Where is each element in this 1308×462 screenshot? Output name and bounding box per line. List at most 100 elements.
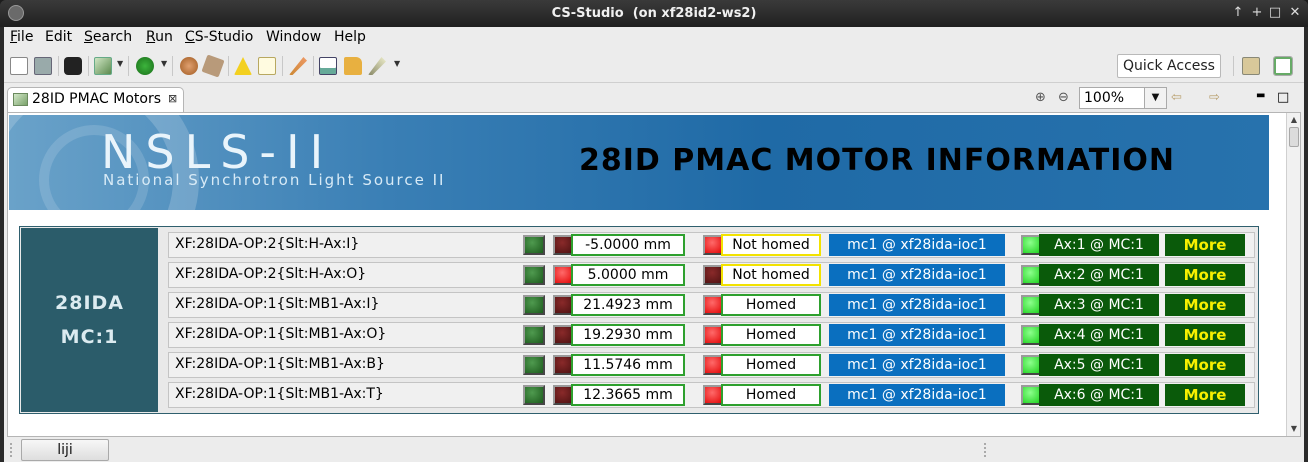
quick-access-field[interactable]: Quick Access [1117, 54, 1221, 78]
wand-icon[interactable] [368, 57, 386, 75]
perspective-icon[interactable] [1242, 57, 1260, 75]
motor-row: XF:28IDA-OP:2{Slt:H-Ax:O} 5.0000 mm Not ho… [168, 262, 1255, 288]
axis-button[interactable]: Ax:6 @ MC:1 [1039, 384, 1159, 406]
menu-window[interactable]: Window [266, 29, 321, 45]
probe-icon[interactable] [289, 57, 307, 75]
scroll-thumb[interactable] [1289, 127, 1299, 147]
zoom-value: 100% [1084, 90, 1125, 106]
menu-edit[interactable]: Edit [45, 29, 72, 45]
motor-pv-name: XF:28IDA-OP:1{Slt:MB1-Ax:T} [175, 386, 384, 402]
menu-cs-studio[interactable]: CS-Studio [185, 29, 253, 45]
menu-help[interactable]: Help [334, 29, 366, 45]
display-file-icon [13, 93, 28, 106]
vertical-scrollbar[interactable]: ▲ ▼ [1286, 113, 1300, 436]
zoom-select[interactable]: 100% ▼ [1079, 87, 1167, 109]
axis-button[interactable]: Ax:5 @ MC:1 [1039, 354, 1159, 376]
axis-button[interactable]: Ax:4 @ MC:1 [1039, 324, 1159, 346]
restore-icon[interactable]: + [1249, 5, 1265, 21]
motor-position-readback: 11.5746 mm [571, 354, 685, 376]
maximize-window-icon[interactable]: □ [1267, 5, 1283, 21]
chevron-down-icon[interactable]: ▼ [161, 59, 167, 68]
more-button[interactable]: More [1165, 294, 1245, 316]
homed-status: Homed [721, 384, 821, 406]
close-window-icon[interactable]: ✕ [1287, 5, 1303, 21]
motor-row: XF:28IDA-OP:1{Slt:MB1-Ax:B} 11.5746 mm Hom… [168, 352, 1255, 378]
save-icon[interactable] [34, 57, 52, 75]
user-button[interactable]: liji [21, 439, 109, 461]
ioc-button[interactable]: mc1 @ xf28ida-ioc1 [829, 354, 1005, 376]
title-bar: CS-Studio (on xf28id2-ws2) ↑ + □ ✕ [0, 0, 1308, 27]
close-tab-icon[interactable]: ⊠ [168, 92, 177, 105]
tag-icon[interactable] [201, 54, 225, 78]
tab-label: 28ID PMAC Motors [32, 91, 162, 107]
help-arrow-icon[interactable]: ↑ [1230, 5, 1246, 21]
motor-pv-name: XF:28IDA-OP:2{Slt:H-Ax:O} [175, 266, 367, 282]
more-button[interactable]: More [1165, 264, 1245, 286]
axis-button[interactable]: Ax:2 @ MC:1 [1039, 264, 1159, 286]
menu-file-label: ile [17, 29, 34, 45]
controller-name: 28IDA [55, 292, 124, 314]
zoom-out-icon[interactable]: ⊖ [1058, 90, 1069, 105]
chevron-down-icon[interactable]: ▼ [117, 59, 123, 68]
ioc-button[interactable]: mc1 @ xf28ida-ioc1 [829, 384, 1005, 406]
tab-28id-pmac-motors[interactable]: 28ID PMAC Motors ⊠ [7, 87, 184, 112]
menu-search-label: earch [92, 29, 133, 45]
status-bar: liji [4, 437, 1304, 462]
camera-icon[interactable] [64, 57, 82, 75]
toolbar-separator [1233, 56, 1234, 76]
motor-position-readback: 5.0000 mm [571, 264, 685, 286]
more-button[interactable]: More [1165, 354, 1245, 376]
homed-status: Homed [721, 354, 821, 376]
maximize-view-icon[interactable]: □ [1277, 90, 1289, 105]
new-window-icon[interactable] [10, 57, 28, 75]
ioc-button[interactable]: mc1 @ xf28ida-ioc1 [829, 294, 1005, 316]
motor-row: XF:28IDA-OP:1{Slt:MB1-Ax:I} 21.4923 mm Hom… [168, 292, 1255, 318]
back-arrow-icon[interactable]: ⇦ [1171, 90, 1182, 105]
people-icon[interactable] [180, 57, 198, 75]
axis-button[interactable]: Ax:1 @ MC:1 [1039, 234, 1159, 256]
axis-button[interactable]: Ax:3 @ MC:1 [1039, 294, 1159, 316]
ioc-button[interactable]: mc1 @ xf28ida-ioc1 [829, 234, 1005, 256]
status-grip [984, 443, 986, 457]
menu-bar: File Edit Search Run CS-Studio Window He… [4, 27, 1304, 49]
minimize-view-icon[interactable]: ▬ [1256, 90, 1265, 101]
toolbar-separator [313, 56, 314, 76]
menu-edit-label: Edit [45, 29, 73, 45]
chevron-down-icon[interactable]: ▼ [394, 59, 400, 68]
menu-search[interactable]: Search [84, 29, 132, 45]
forward-arrow-icon[interactable]: ⇨ [1209, 90, 1220, 105]
ioc-button[interactable]: mc1 @ xf28ida-ioc1 [829, 324, 1005, 346]
workbench: File Edit Search Run CS-Studio Window He… [4, 27, 1304, 462]
toolbar-separator [228, 56, 229, 76]
controller-id: MC:1 [60, 326, 119, 348]
menu-cs-studio-label: S-Studio [194, 29, 254, 45]
display-icon[interactable] [1273, 56, 1293, 76]
toolbar-separator [58, 56, 59, 76]
more-button[interactable]: More [1165, 324, 1245, 346]
alarm-icon[interactable] [234, 57, 252, 75]
scroll-up-icon[interactable]: ▲ [1288, 114, 1300, 126]
chart-icon[interactable] [94, 57, 112, 75]
more-button[interactable]: More [1165, 234, 1245, 256]
motor-position-readback: 12.3665 mm [571, 384, 685, 406]
motor-pv-name: XF:28IDA-OP:1{Slt:MB1-Ax:I} [175, 296, 380, 312]
trend-icon[interactable] [319, 57, 337, 75]
zoom-in-icon[interactable]: ⊕ [1035, 90, 1046, 105]
chevron-down-icon[interactable]: ▼ [1144, 88, 1166, 108]
motor-pv-name: XF:28IDA-OP:2{Slt:H-Ax:I} [175, 236, 360, 252]
page-title: 28ID PMAC MOTOR INFORMATION [579, 143, 1175, 178]
menu-search-mnemonic: S [84, 29, 93, 45]
ioc-button[interactable]: mc1 @ xf28ida-ioc1 [829, 264, 1005, 286]
homed-status: Homed [721, 294, 821, 316]
open-folder-icon[interactable] [344, 57, 362, 75]
menu-run[interactable]: Run [146, 29, 173, 45]
motor-position-readback: -5.0000 mm [571, 234, 685, 256]
scroll-down-icon[interactable]: ▼ [1288, 423, 1300, 435]
more-button[interactable]: More [1165, 384, 1245, 406]
run-icon[interactable] [136, 57, 154, 75]
note-icon[interactable] [258, 57, 276, 75]
menu-file[interactable]: File [10, 29, 33, 45]
menu-run-label: un [155, 29, 173, 45]
homed-status: Not homed [721, 264, 821, 286]
limit-status-led [523, 325, 545, 345]
